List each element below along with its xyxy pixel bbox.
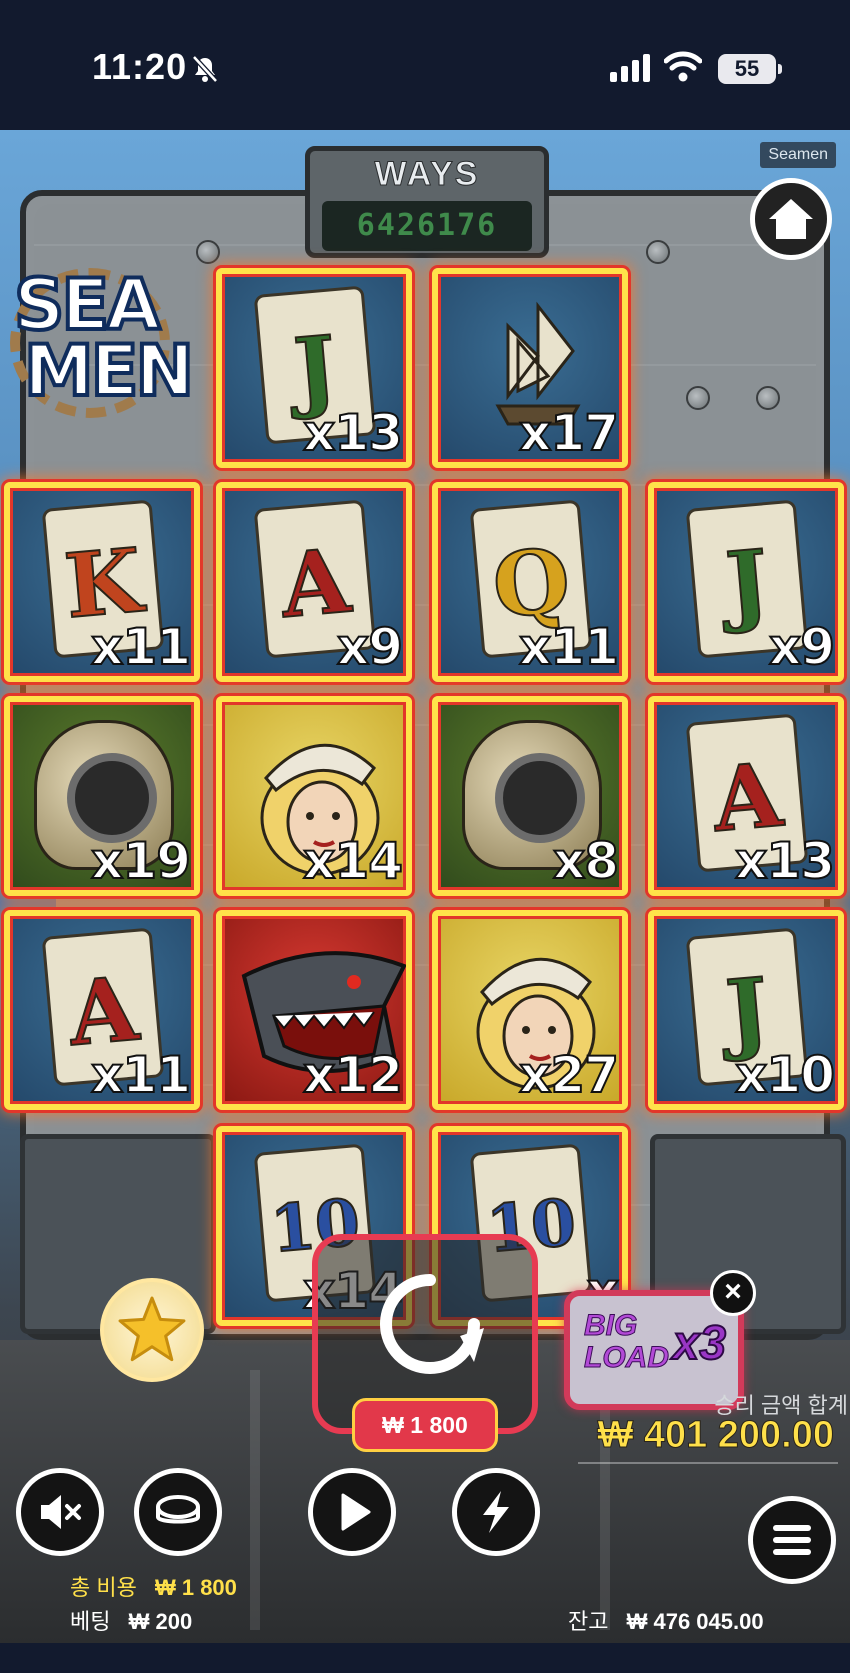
reel-symbol-cell: x12 xyxy=(216,910,412,1110)
reel-symbol-cell: Ax11 xyxy=(4,910,200,1110)
reel-symbol-cell: Jx13 xyxy=(216,268,412,468)
symbol-multiplier: x13 xyxy=(302,403,404,462)
reel-symbol-cell: Kx11 xyxy=(4,482,200,682)
lightning-icon xyxy=(483,1491,509,1533)
wifi-icon xyxy=(664,51,702,82)
symbol-multiplier: x19 xyxy=(90,831,192,890)
reel-symbol-cell: x14 xyxy=(216,696,412,896)
bell-muted-icon xyxy=(192,55,218,83)
spin-bet-amount[interactable]: ₩ 1 800 xyxy=(352,1398,498,1452)
divider xyxy=(578,1462,838,1464)
turbo-spin-button[interactable] xyxy=(452,1468,540,1556)
symbol-multiplier: x8 xyxy=(552,831,620,890)
symbol-multiplier: x12 xyxy=(302,1045,404,1104)
reel-symbol-cell: x27 xyxy=(432,910,628,1110)
home-indicator-area xyxy=(0,1643,850,1673)
total-win-amount: ₩ 401 200.00 xyxy=(597,1414,835,1457)
symbol-multiplier: x11 xyxy=(90,1045,192,1104)
bet-label: 베팅 xyxy=(70,1609,111,1634)
play-icon xyxy=(341,1493,371,1531)
symbol-multiplier: x17 xyxy=(518,403,620,462)
total-cost: 총 비용 ₩ 1 800 xyxy=(70,1570,237,1602)
symbol-multiplier: x27 xyxy=(518,1045,620,1104)
big-load-multiplier: x3 xyxy=(672,1316,727,1371)
symbol-multiplier: x11 xyxy=(518,617,620,676)
total-cost-value: ₩ 1 800 xyxy=(154,1575,237,1600)
status-time: 11:20 xyxy=(92,46,188,87)
balance-value: ₩ 476 045.00 xyxy=(626,1609,764,1634)
symbol-multiplier: x9 xyxy=(768,617,836,676)
battery-indicator: 55 xyxy=(718,54,782,84)
speaker-muted-icon xyxy=(41,1495,81,1529)
total-cost-label: 총 비용 xyxy=(70,1575,137,1600)
reel-symbol-cell: Jx10 xyxy=(648,910,844,1110)
menu-button[interactable] xyxy=(748,1496,836,1584)
balance-label: 잔고 xyxy=(568,1609,609,1634)
close-big-load-button[interactable]: × xyxy=(710,1270,756,1316)
game-area: Seamen WAYS 6426176 SEA MEN Jx13 x17 Kx11 A… xyxy=(0,130,850,1643)
status-bar: 11:20 55 xyxy=(0,0,850,130)
balance-info: 잔고 ₩ 476 045.00 xyxy=(568,1604,764,1636)
bet-settings-button[interactable] xyxy=(134,1468,222,1556)
cellular-signal-icon xyxy=(610,54,650,82)
sound-toggle-button[interactable] xyxy=(16,1468,104,1556)
symbol-multiplier: x14 xyxy=(302,831,404,890)
reel-symbol-cell: Jx9 xyxy=(648,482,844,682)
coin-stack-icon xyxy=(156,1495,200,1524)
reel-symbol-cell: Qx11 xyxy=(432,482,628,682)
big-load-label: BIG LOAD xyxy=(584,1309,670,1374)
bet-value: ₩ 200 xyxy=(128,1609,193,1634)
symbol-multiplier: x9 xyxy=(336,617,404,676)
autoplay-button[interactable] xyxy=(308,1468,396,1556)
big-load-line2: LOAD xyxy=(584,1341,670,1374)
reel-symbol-cell: Ax13 xyxy=(648,696,844,896)
bet-info: 베팅 ₩ 200 xyxy=(70,1604,192,1636)
hamburger-menu-icon xyxy=(773,1525,811,1555)
symbol-multiplier: x13 xyxy=(734,831,836,890)
reel-symbol-cell: Ax9 xyxy=(216,482,412,682)
star-icon xyxy=(118,1296,186,1362)
big-load-line1: BIG xyxy=(584,1309,638,1342)
spin-arrow-icon xyxy=(380,1274,484,1374)
reel-symbol-cell: x17 xyxy=(432,268,628,468)
symbol-multiplier: x11 xyxy=(90,617,192,676)
reel-symbol-cell: x8 xyxy=(432,696,628,896)
reel-symbol-cell: x19 xyxy=(4,696,200,896)
favorite-star-button[interactable] xyxy=(100,1278,204,1382)
symbol-multiplier: x10 xyxy=(734,1045,836,1104)
